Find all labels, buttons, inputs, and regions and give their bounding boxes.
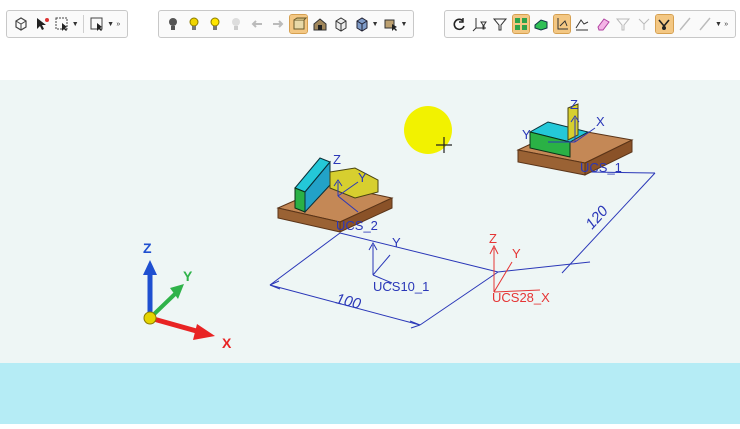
chart-icon[interactable]: [574, 15, 591, 33]
eraser-icon[interactable]: [595, 15, 612, 33]
rotate-icon[interactable]: [451, 15, 468, 33]
triad-x-label: X: [222, 335, 232, 351]
ucs1-label[interactable]: UCS_1: [580, 160, 622, 175]
ucs-snap-icon[interactable]: [552, 14, 571, 34]
ucs1-x-label: X: [596, 114, 605, 129]
axes-filter-icon[interactable]: [472, 15, 489, 33]
filter-disabled-icon[interactable]: [615, 15, 632, 33]
triad-z-label: Z: [143, 240, 152, 256]
left-block-green-front: [294, 187, 306, 213]
ucs2-label[interactable]: UCS_2: [336, 218, 378, 233]
model-view-icon[interactable]: [13, 15, 29, 33]
ucs2-z-label: Z: [333, 152, 341, 167]
ucs10-label[interactable]: UCS10_1: [373, 279, 429, 294]
line-dropdown-arrow-icon[interactable]: ▼: [715, 15, 722, 33]
funnel-filter-icon[interactable]: [492, 15, 509, 33]
3d-viewport[interactable]: 100 120 Z Y UCS_2 Z X Y UCS_1 Y UCS10_1 …: [0, 48, 740, 424]
ucs2-y-label: Y: [358, 170, 367, 185]
snap-toggle-icon[interactable]: [655, 14, 674, 34]
more-snap-options-icon[interactable]: »: [724, 15, 730, 33]
scene-canvas[interactable]: 100 120 Z Y UCS_2 Z X Y UCS_1 Y UCS10_1 …: [0, 48, 740, 424]
axes-disabled-icon[interactable]: [636, 15, 653, 33]
grid-snap-icon[interactable]: [511, 14, 530, 34]
select-pointer-icon[interactable]: [33, 15, 49, 33]
viewport-top-margin: [0, 48, 740, 80]
cube-view-icon[interactable]: [353, 15, 370, 33]
floor-plane: [0, 363, 740, 424]
ucs28-z-label: Z: [489, 231, 497, 246]
box-select-dropdown-icon[interactable]: ▼: [72, 15, 79, 33]
more-options-icon[interactable]: »: [116, 15, 121, 33]
view-toolbar-group: ▼ ▼: [158, 10, 414, 38]
selection-toolbar-group: ▼ ▼ »: [6, 10, 128, 38]
window-select-icon[interactable]: [89, 15, 105, 33]
line-dropdown-icon[interactable]: [697, 15, 714, 33]
camera-view-dropdown-icon[interactable]: ▼: [401, 15, 408, 33]
arrow-left-icon[interactable]: [249, 15, 266, 33]
ucs28-label[interactable]: UCS28_X: [492, 290, 550, 305]
box-view-icon[interactable]: [332, 15, 349, 33]
light-disabled-icon[interactable]: [228, 15, 245, 33]
ucs10-y-label: Y: [392, 235, 401, 250]
light-bulb-bright-icon[interactable]: [207, 15, 224, 33]
triad-y-label: Y: [183, 268, 193, 284]
triad-origin: [143, 311, 157, 325]
box-select-icon[interactable]: [54, 15, 70, 33]
window-select-dropdown-icon[interactable]: ▼: [107, 15, 114, 33]
light-bulb-icon[interactable]: [186, 15, 203, 33]
light-off-icon[interactable]: [165, 15, 182, 33]
light-source[interactable]: [404, 106, 452, 154]
ucs1-z-label: Z: [570, 97, 578, 112]
ucs1-y-label: Y: [522, 127, 531, 142]
toolbar-separator: [83, 15, 85, 33]
snap-toolbar-group: ▼ »: [444, 10, 736, 38]
toolbar: ▼ ▼ » ▼ ▼ ▼ »: [0, 0, 740, 48]
camera-view-icon[interactable]: [382, 15, 399, 33]
green-part-icon[interactable]: [533, 15, 550, 33]
house-part-icon[interactable]: [311, 15, 328, 33]
arrow-right-icon[interactable]: [270, 15, 287, 33]
line-icon[interactable]: [677, 15, 694, 33]
cube-view-dropdown-icon[interactable]: ▼: [372, 15, 379, 33]
ucs28-y-label: Y: [512, 246, 521, 261]
shaded-view-icon[interactable]: [289, 14, 309, 34]
